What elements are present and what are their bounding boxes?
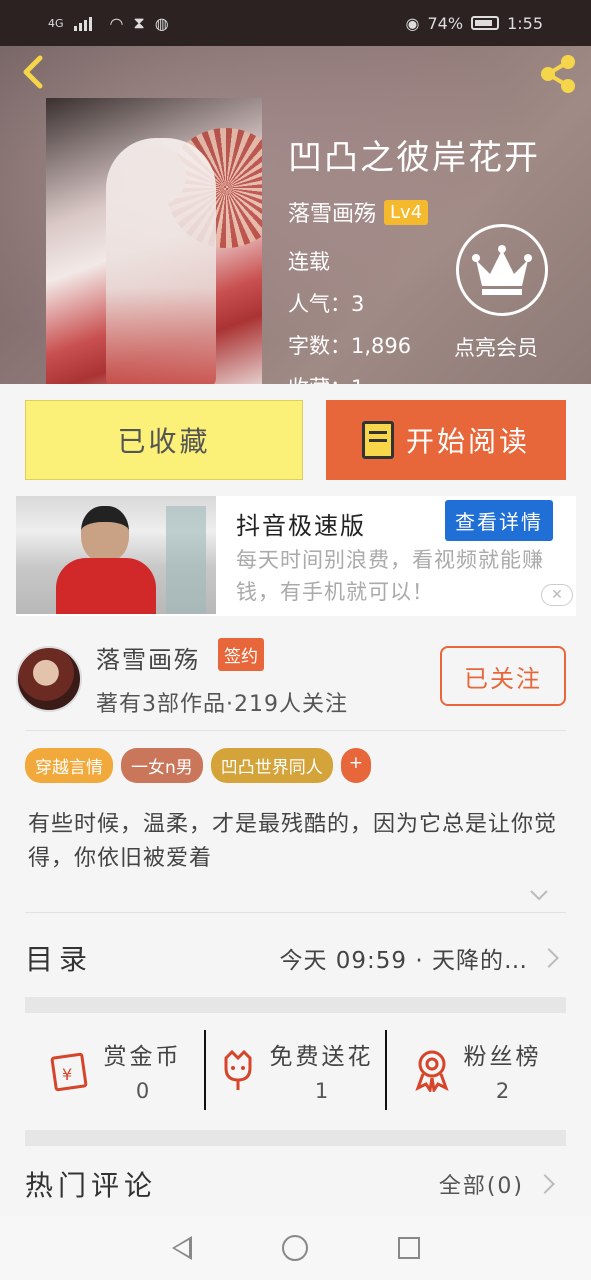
tag-list: 穿越言情 一女n男 凹凸世界同人 + <box>25 748 372 783</box>
toc-label: 目录 <box>25 943 94 976</box>
author-section: 落雪画殇 签约 著有3部作品·219人关注 已关注 <box>0 630 591 730</box>
book-status: 连载 <box>288 250 330 274</box>
book-word-count: 字数：1,896 <box>288 334 412 358</box>
stat-fans[interactable]: 粉丝榜 2 <box>387 1020 566 1120</box>
nav-recent-apps-icon[interactable] <box>397 1237 420 1259</box>
tag-item[interactable]: 穿越言情 <box>25 748 113 783</box>
book-author-line: 落雪画殇 Lv4 <box>288 196 429 228</box>
ad-image-person <box>56 506 156 614</box>
section-separator <box>25 1130 566 1146</box>
close-icon[interactable]: ✕ <box>541 584 573 606</box>
reward-coin-icon: ¥ <box>50 1052 87 1092</box>
cover-head <box>126 146 186 206</box>
book-title: 凹凸之彼岸花开 <box>288 138 540 178</box>
ad-detail-button[interactable]: 查看详情 <box>445 500 553 541</box>
book-author[interactable]: 落雪画殇 <box>288 196 376 228</box>
nav-home-icon[interactable] <box>281 1235 308 1261</box>
share-icon[interactable] <box>536 52 580 96</box>
ad-image[interactable] <box>16 496 216 614</box>
divider <box>25 730 566 731</box>
start-reading-label: 开始阅读 <box>405 425 530 458</box>
book-header: 4G ◠ ⧗ ◍ ◉ 74% 1:55 凹凸之彼岸花开 落雪画殇 Lv4 连载 … <box>0 0 591 384</box>
signal-icon <box>73 15 100 31</box>
stat-reward[interactable]: ¥ 赏金币 0 <box>25 1020 204 1120</box>
stat-value: 1 <box>314 1079 329 1103</box>
ad-image-door <box>166 506 206 614</box>
ad-banner[interactable]: 抖音极速版 查看详情 每天时间别浪费，看视频就能赚钱，有手机就可以！ ✕ <box>16 496 576 616</box>
synopsis: 有些时候，温柔，才是最残酷的，因为它总是让你觉得，你依旧被爱着 <box>28 812 558 871</box>
clock: 1:55 <box>507 13 543 33</box>
all-comments-link[interactable]: 全部(0) <box>439 1168 524 1200</box>
hot-comments-header: 热门评论 全部(0) <box>25 1164 566 1204</box>
vip-button[interactable] <box>456 224 548 316</box>
stat-label: 免费送花 <box>269 1044 374 1070</box>
tag-item[interactable]: 一女n男 <box>121 748 203 783</box>
section-separator <box>25 997 566 1013</box>
level-badge: Lv4 <box>384 199 429 225</box>
tag-item[interactable]: 凹凸世界同人 <box>210 748 333 783</box>
crown-icon <box>472 245 532 295</box>
back-icon[interactable] <box>14 52 54 92</box>
ad-title[interactable]: 抖音极速版 <box>236 506 366 541</box>
latest-chapter: 今天 09:59 · 天降的… <box>279 948 528 974</box>
add-tag-button[interactable]: + <box>340 748 372 783</box>
battery-icon <box>471 16 500 30</box>
chevron-right-icon <box>539 948 559 968</box>
book-cover[interactable] <box>46 98 262 384</box>
flower-icon <box>224 1049 251 1090</box>
wechat-icon: ◍ <box>154 13 169 33</box>
vip-label[interactable]: 点亮会员 <box>454 332 538 362</box>
nav-back-icon[interactable] <box>171 1236 192 1260</box>
battery-percent: 74% <box>427 13 464 33</box>
toc-row[interactable]: 目录 今天 09:59 · 天降的… <box>25 926 566 990</box>
avatar[interactable] <box>16 646 82 712</box>
book-popularity: 人气：3 <box>288 292 365 316</box>
stat-value: 0 <box>135 1079 150 1103</box>
ad-description: 每天时间别浪费，看视频就能赚钱，有手机就可以！ <box>236 548 544 604</box>
stat-value: 2 <box>495 1079 510 1103</box>
chevron-down-icon[interactable] <box>528 884 550 906</box>
system-nav-bar <box>0 1216 591 1280</box>
stats-row: ¥ 赏金币 0 免费送花 1 粉丝榜 2 <box>25 1020 566 1120</box>
divider <box>25 912 566 913</box>
status-bar: 4G ◠ ⧗ ◍ ◉ 74% 1:55 <box>0 0 591 46</box>
author-name[interactable]: 落雪画殇 <box>96 640 200 675</box>
book-favorites: 收藏：1 <box>288 372 364 384</box>
follow-button[interactable]: 已关注 <box>440 646 566 706</box>
wifi-icon: ◠ <box>109 13 124 33</box>
network-label: 4G <box>48 16 64 30</box>
stat-label: 粉丝榜 <box>463 1044 542 1070</box>
stat-label: 赏金币 <box>103 1044 182 1070</box>
start-reading-button[interactable]: 开始阅读 <box>326 400 566 480</box>
book-icon <box>361 421 394 459</box>
author-stats: 著有3部作品·219人关注 <box>96 692 348 717</box>
hot-comments-title: 热门评论 <box>25 1169 158 1202</box>
signed-badge: 签约 <box>218 638 264 671</box>
eye-icon: ◉ <box>405 13 420 33</box>
stat-flower[interactable]: 免费送花 1 <box>206 1020 385 1120</box>
svg-text:¥: ¥ <box>62 1065 72 1084</box>
collect-button[interactable]: 已收藏 <box>25 400 303 480</box>
chevron-right-icon[interactable] <box>535 1174 555 1194</box>
medal-icon <box>414 1050 449 1092</box>
hourglass-icon: ⧗ <box>133 13 145 32</box>
